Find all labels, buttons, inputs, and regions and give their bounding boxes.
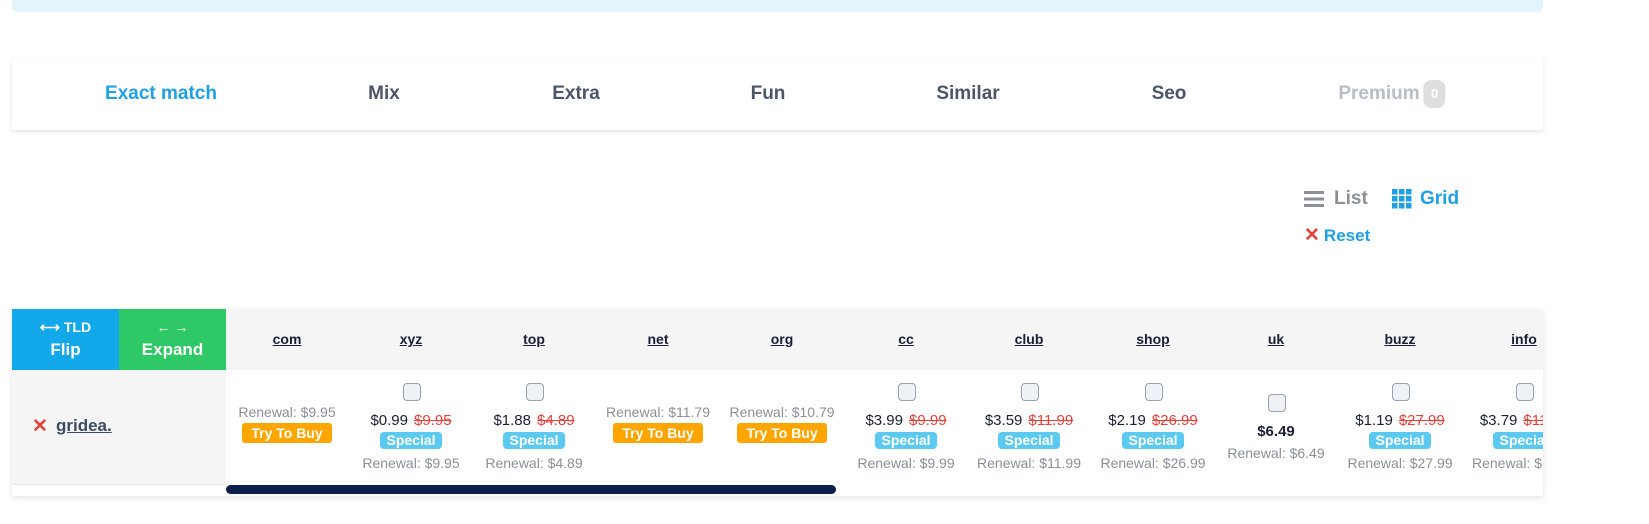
double-arrow-icon: ⟷ [39, 319, 60, 335]
renewal-price: Renewal: $27.99 [1347, 455, 1453, 471]
tab-fun[interactable]: Fun [751, 58, 786, 130]
original-price: $27.99 [1398, 412, 1445, 429]
tld-header-com[interactable]: com [273, 309, 302, 370]
select-checkbox[interactable] [1145, 383, 1163, 401]
renewal-price: Renewal: $6.49 [1227, 445, 1325, 461]
list-icon [1304, 191, 1324, 207]
tld-header-buzz[interactable]: buzz [1384, 309, 1415, 370]
reset-label: Reset [1323, 225, 1371, 245]
renewal-price: Renewal: $4.89 [485, 455, 583, 471]
select-checkbox[interactable] [1021, 383, 1039, 401]
renewal-price: Renewal: $11.99 [976, 455, 1082, 471]
expand-label: Expand [141, 340, 204, 359]
tab-premium[interactable]: Premium 0 [1338, 58, 1446, 130]
select-checkbox[interactable] [403, 383, 421, 401]
sale-price: $3.79 [1479, 412, 1518, 429]
sale-price: $1.88 [493, 412, 531, 429]
special-badge: Special [1369, 432, 1431, 449]
select-checkbox[interactable] [526, 383, 544, 401]
select-checkbox[interactable] [898, 383, 916, 401]
tab-extra[interactable]: Extra [552, 58, 600, 130]
grid-cell-net: Renewal: $11.79 Try To Buy [596, 370, 720, 484]
renewal-price: Renewal: $11.79 [605, 404, 711, 420]
grid-cell-club: $3.59 $11.99 Special Renewal: $11.99 [967, 370, 1091, 484]
tld-header-shop[interactable]: shop [1136, 309, 1169, 370]
grid-cell-com: Renewal: $9.95 Try To Buy [225, 370, 349, 484]
horizontal-scrollbar[interactable] [226, 485, 836, 494]
grid-cell-info: $3.79 $11.99 Special Renewal: $11.99 [1462, 370, 1543, 484]
domain-grid: ⟷ TLD Flip ← → Expand com xyz top net or… [12, 309, 1543, 496]
grid-cell-top: $1.88 $4.89 Special Renewal: $4.89 [472, 370, 596, 484]
original-price: $11.99 [1523, 412, 1543, 429]
tld-header-info[interactable]: info [1511, 309, 1537, 370]
renewal-price: Renewal: $26.99 [1100, 455, 1206, 471]
select-checkbox[interactable] [1268, 394, 1286, 412]
original-price: $26.99 [1151, 412, 1198, 429]
original-price: $9.99 [909, 412, 947, 429]
grid-cell-cc: $3.99 $9.99 Special Renewal: $9.99 [844, 370, 968, 484]
tld-header-org[interactable]: org [771, 309, 794, 370]
tab-premium-label: Premium [1338, 83, 1420, 104]
sale-price: $3.59 [984, 412, 1023, 429]
tld-header-uk[interactable]: uk [1268, 309, 1284, 370]
tab-exact-match[interactable]: Exact match [105, 58, 217, 130]
sale-price: $1.19 [1355, 412, 1393, 429]
try-to-buy-button[interactable]: Try To Buy [613, 423, 703, 443]
grid-view-label: Grid [1420, 188, 1460, 209]
tld-header-net[interactable]: net [648, 309, 669, 370]
sale-price: $6.49 [1257, 423, 1295, 440]
grid-cell-buzz: $1.19 $27.99 Special Renewal: $27.99 [1338, 370, 1462, 484]
tld-header-xyz[interactable]: xyz [400, 309, 423, 370]
original-price: $9.95 [414, 412, 452, 429]
reset-button[interactable]: ✕ Reset [1304, 224, 1370, 247]
list-view-toggle[interactable]: List [1304, 188, 1368, 210]
renewal-price: Renewal: $9.95 [362, 455, 460, 471]
result-tabs: Exact match Mix Extra Fun Similar Seo Pr… [12, 58, 1543, 130]
tld-flip-label: Flip [50, 340, 81, 359]
close-icon: ✕ [1304, 225, 1320, 246]
grid-icon [1392, 189, 1412, 209]
expand-arrows-icon: ← → [156, 319, 189, 335]
try-to-buy-button[interactable]: Try To Buy [242, 423, 332, 443]
select-checkbox[interactable] [1392, 383, 1410, 401]
tab-mix[interactable]: Mix [368, 58, 400, 130]
domain-name-link[interactable]: gridea. [56, 416, 112, 436]
special-badge: Special [503, 432, 565, 449]
renewal-price: Renewal: $9.99 [857, 455, 955, 471]
special-badge: Special [998, 432, 1060, 449]
tab-similar[interactable]: Similar [936, 58, 999, 130]
special-badge: Special [1122, 432, 1184, 449]
renewal-price: Renewal: $11.99 [1471, 455, 1543, 471]
grid-cell-uk: $6.49 Renewal: $6.49 [1214, 370, 1338, 484]
original-price: $4.89 [537, 412, 575, 429]
sale-price: $3.99 [865, 412, 903, 429]
try-to-buy-button[interactable]: Try To Buy [737, 423, 827, 443]
tld-flip-top-label: TLD [63, 319, 92, 335]
sale-price: $2.19 [1108, 412, 1146, 429]
grid-header-row: ⟷ TLD Flip ← → Expand com xyz top net or… [12, 309, 1543, 370]
list-view-label: List [1334, 188, 1368, 209]
remove-domain-icon[interactable]: ✕ [32, 415, 48, 438]
grid-view-toggle[interactable]: Grid [1392, 188, 1459, 210]
special-badge: Special [380, 432, 442, 449]
top-banner [12, 0, 1543, 12]
grid-cell-org: Renewal: $10.79 Try To Buy [720, 370, 844, 484]
grid-cell-xyz: $0.99 $9.95 Special Renewal: $9.95 [349, 370, 473, 484]
expand-button[interactable]: ← → Expand [119, 309, 226, 370]
special-badge: Special [875, 432, 937, 449]
tld-flip-button[interactable]: ⟷ TLD Flip [12, 309, 119, 370]
tld-header-cc[interactable]: cc [898, 309, 914, 370]
tld-header-club[interactable]: club [1015, 309, 1044, 370]
tab-seo[interactable]: Seo [1152, 58, 1187, 130]
premium-count-badge: 0 [1423, 79, 1446, 108]
tld-header-top[interactable]: top [523, 309, 545, 370]
sale-price: $0.99 [370, 412, 408, 429]
original-price: $11.99 [1028, 412, 1074, 429]
select-checkbox[interactable] [1516, 383, 1534, 401]
grid-cell-shop: $2.19 $26.99 Special Renewal: $26.99 [1091, 370, 1215, 484]
special-badge: Special [1493, 432, 1543, 449]
renewal-price: Renewal: $9.95 [238, 404, 336, 420]
renewal-price: Renewal: $10.79 [729, 404, 835, 420]
